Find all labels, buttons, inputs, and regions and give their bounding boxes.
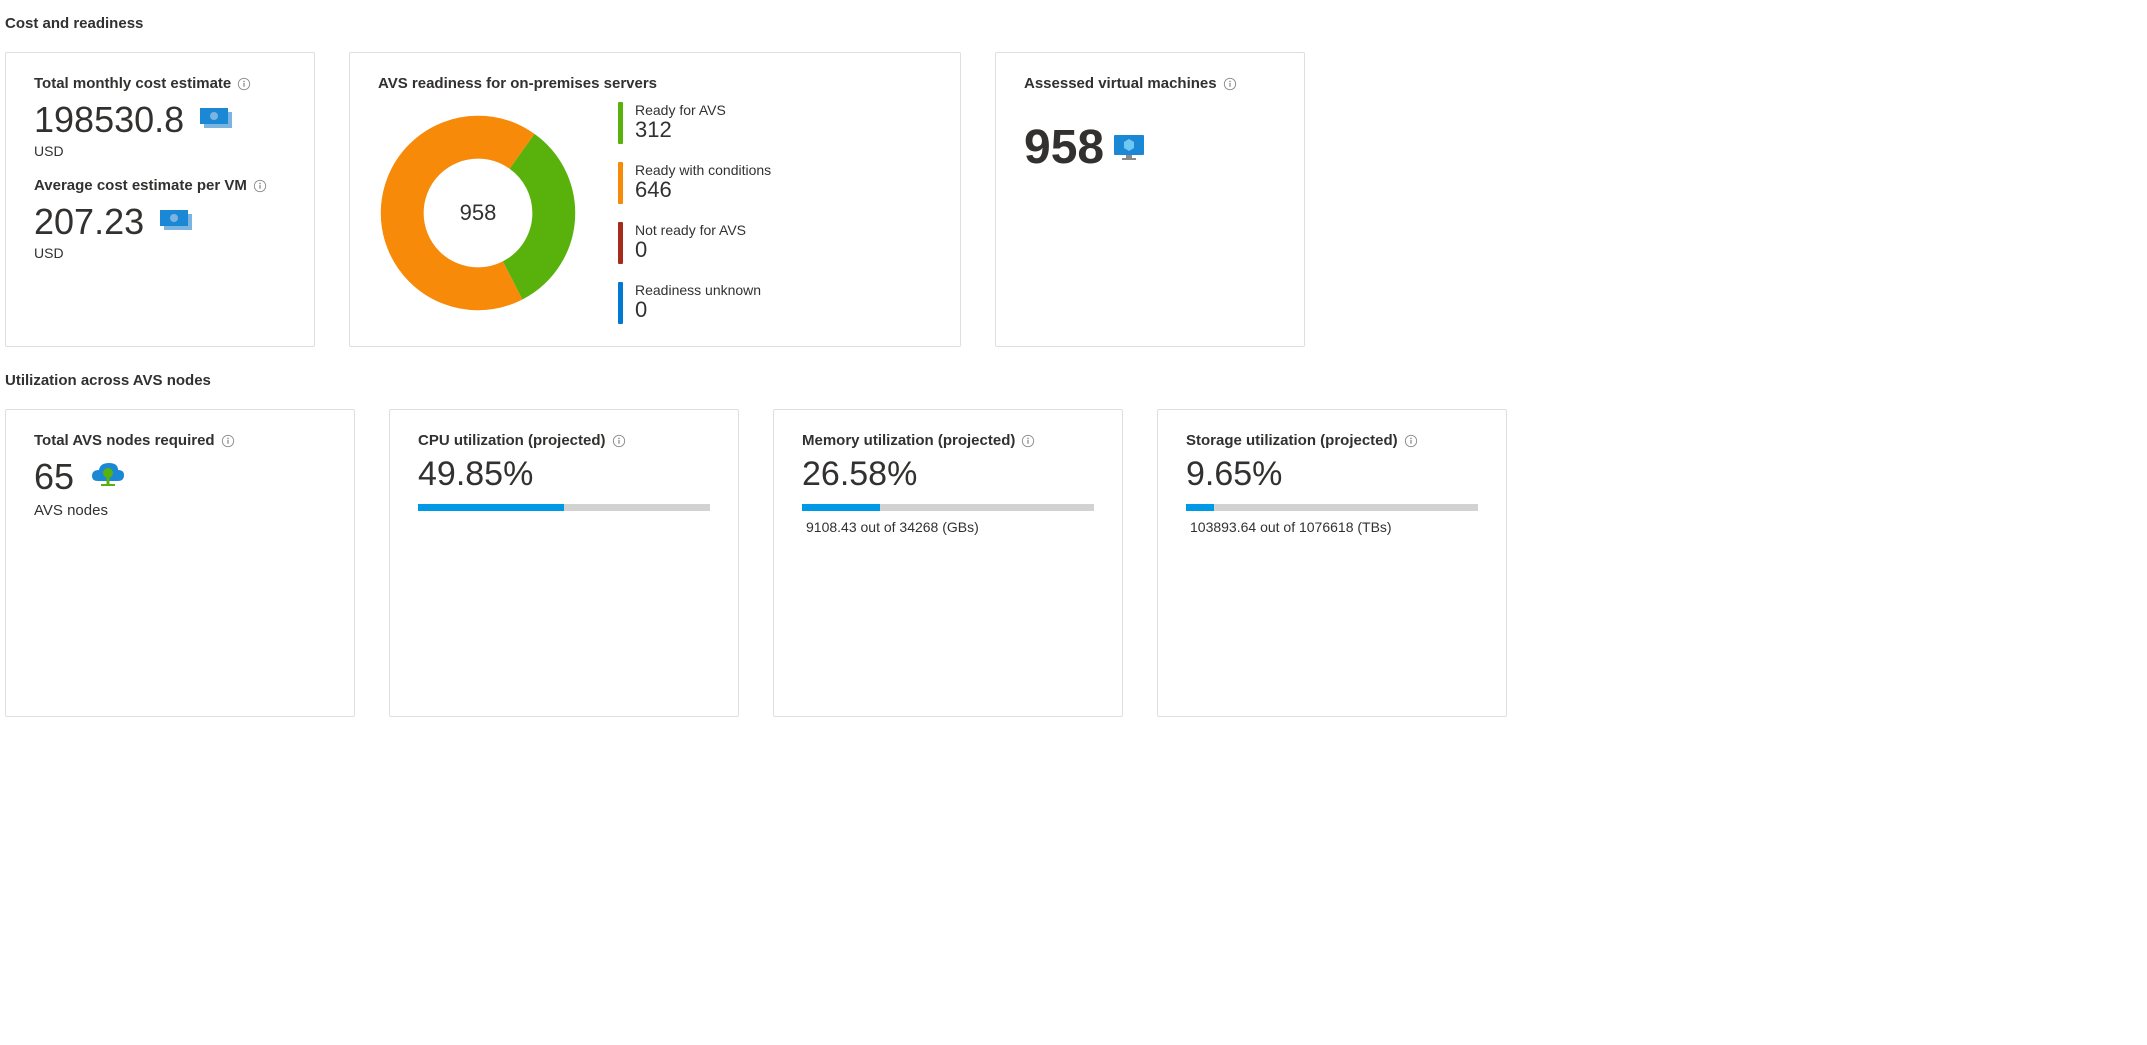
avg-cost-value: 207.23	[34, 200, 144, 243]
memory-card: Memory utilization (projected) 26.58% 91…	[773, 409, 1123, 717]
storage-progress-fill	[1186, 504, 1214, 511]
total-cost-label: Total monthly cost estimate	[34, 75, 231, 92]
cost-readiness-row: Total monthly cost estimate 198530.8 USD…	[5, 52, 2142, 347]
donut-center-value: 958	[460, 200, 497, 226]
legend-value: 0	[635, 238, 746, 262]
legend-item[interactable]: Ready for AVS312	[618, 102, 771, 144]
info-icon[interactable]	[1404, 434, 1418, 448]
legend-item[interactable]: Readiness unknown0	[618, 282, 771, 324]
legend-value: 312	[635, 118, 726, 142]
assessed-label-row: Assessed virtual machines	[1024, 75, 1276, 92]
memory-progress-bar	[802, 504, 1094, 511]
cpu-progress-fill	[418, 504, 564, 511]
avg-cost-block: Average cost estimate per VM 207.23 USD	[34, 177, 286, 261]
memory-percent: 26.58%	[802, 455, 1094, 494]
legend-color-bar	[618, 282, 623, 324]
readiness-body: 958 Ready for AVS312 Ready with condition…	[378, 102, 932, 324]
info-icon[interactable]	[1223, 77, 1237, 91]
legend-item[interactable]: Not ready for AVS0	[618, 222, 771, 264]
storage-card: Storage utilization (projected) 9.65% 10…	[1157, 409, 1507, 717]
storage-label-row: Storage utilization (projected)	[1186, 432, 1478, 449]
legend-label: Readiness unknown	[635, 282, 761, 298]
readiness-title: AVS readiness for on-premises servers	[378, 75, 932, 92]
legend-label: Ready for AVS	[635, 102, 726, 118]
total-cost-label-row: Total monthly cost estimate	[34, 75, 286, 92]
cloud-vm-icon	[88, 455, 126, 498]
legend-text: Ready with conditions646	[635, 162, 771, 202]
storage-label: Storage utilization (projected)	[1186, 432, 1398, 449]
cash-icon	[198, 98, 238, 141]
assessed-label: Assessed virtual machines	[1024, 75, 1217, 92]
nodes-value: 65	[34, 455, 74, 498]
nodes-label: Total AVS nodes required	[34, 432, 215, 449]
total-cost-value: 198530.8	[34, 98, 184, 141]
monitor-icon	[1112, 120, 1146, 175]
legend-color-bar	[618, 162, 623, 204]
nodes-sublabel: AVS nodes	[34, 502, 326, 519]
assessed-value-row: 958	[1024, 120, 1276, 175]
storage-percent: 9.65%	[1186, 455, 1478, 494]
memory-label: Memory utilization (projected)	[802, 432, 1015, 449]
total-cost-value-row: 198530.8	[34, 98, 286, 141]
readiness-donut-chart: 958	[378, 113, 578, 313]
memory-label-row: Memory utilization (projected)	[802, 432, 1094, 449]
legend-color-bar	[618, 222, 623, 264]
nodes-label-row: Total AVS nodes required	[34, 432, 326, 449]
info-icon[interactable]	[221, 434, 235, 448]
legend-text: Not ready for AVS0	[635, 222, 746, 262]
section-cost-readiness-title: Cost and readiness	[5, 15, 2142, 32]
cpu-label-row: CPU utilization (projected)	[418, 432, 710, 449]
legend-label: Not ready for AVS	[635, 222, 746, 238]
storage-detail: 103893.64 out of 1076618 (TBs)	[1186, 519, 1478, 535]
legend-color-bar	[618, 102, 623, 144]
assessed-value: 958	[1024, 120, 1104, 175]
legend-text: Readiness unknown0	[635, 282, 761, 322]
total-cost-block: Total monthly cost estimate 198530.8 USD	[34, 75, 286, 159]
avg-cost-label: Average cost estimate per VM	[34, 177, 247, 194]
info-icon[interactable]	[253, 179, 267, 193]
cpu-card: CPU utilization (projected) 49.85%	[389, 409, 739, 717]
cash-icon	[158, 200, 198, 243]
cpu-percent: 49.85%	[418, 455, 710, 494]
avg-cost-currency: USD	[34, 245, 286, 261]
legend-item[interactable]: Ready with conditions646	[618, 162, 771, 204]
memory-detail: 9108.43 out of 34268 (GBs)	[802, 519, 1094, 535]
utilization-row: Total AVS nodes required 65 AVS nodes CP…	[5, 409, 2142, 717]
cost-card: Total monthly cost estimate 198530.8 USD…	[5, 52, 315, 347]
legend-value: 0	[635, 298, 761, 322]
cpu-label: CPU utilization (projected)	[418, 432, 606, 449]
section-utilization-title: Utilization across AVS nodes	[5, 372, 2142, 389]
info-icon[interactable]	[237, 77, 251, 91]
storage-progress-bar	[1186, 504, 1478, 511]
legend-label: Ready with conditions	[635, 162, 771, 178]
nodes-card: Total AVS nodes required 65 AVS nodes	[5, 409, 355, 717]
nodes-value-row: 65	[34, 455, 326, 498]
assessed-card: Assessed virtual machines 958	[995, 52, 1305, 347]
legend-text: Ready for AVS312	[635, 102, 726, 142]
readiness-card: AVS readiness for on-premises servers 95…	[349, 52, 961, 347]
cpu-progress-bar	[418, 504, 710, 511]
info-icon[interactable]	[1021, 434, 1035, 448]
readiness-legend: Ready for AVS312 Ready with conditions646…	[618, 102, 771, 324]
avg-cost-label-row: Average cost estimate per VM	[34, 177, 286, 194]
legend-value: 646	[635, 178, 771, 202]
info-icon[interactable]	[612, 434, 626, 448]
total-cost-currency: USD	[34, 143, 286, 159]
memory-progress-fill	[802, 504, 880, 511]
avg-cost-value-row: 207.23	[34, 200, 286, 243]
